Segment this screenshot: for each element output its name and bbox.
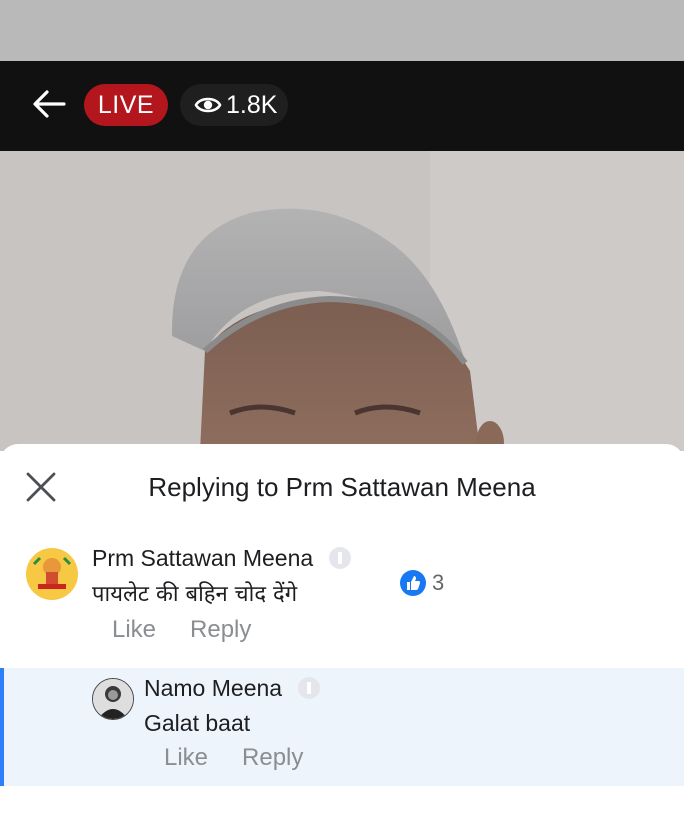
- info-badge-icon: [298, 677, 321, 699]
- live-topbar: LIVE 1.8K: [0, 61, 684, 151]
- comment: Prm Sattawan Meena पायलेट की बहिन चोद दे…: [0, 540, 684, 660]
- back-button[interactable]: [28, 83, 70, 125]
- reply-actions: Like Reply: [164, 744, 337, 772]
- reply-button[interactable]: Reply: [190, 616, 251, 643]
- reaction-count: 3: [432, 570, 445, 595]
- comment-author-name: Prm Sattawan Meena: [92, 545, 314, 571]
- avatar-image: [24, 546, 80, 602]
- reply-author-name: Namo Meena: [144, 675, 283, 701]
- comment-actions: Like Reply: [112, 616, 285, 644]
- reaction-summary[interactable]: 3: [400, 570, 444, 596]
- avatar-image: [93, 679, 133, 719]
- reply-sheet: Replying to Prm Sattawan Meena Prm Satta…: [0, 444, 684, 834]
- live-badge: LIVE: [84, 84, 168, 126]
- replier-avatar[interactable]: [92, 678, 134, 720]
- sheet-title: Replying to Prm Sattawan Meena: [148, 472, 536, 502]
- status-strip: [0, 0, 684, 61]
- arrow-left-icon: [33, 90, 66, 118]
- live-video[interactable]: [0, 151, 684, 451]
- reply-author[interactable]: Namo Meena: [144, 675, 321, 702]
- viewer-count-pill: 1.8K: [180, 84, 288, 126]
- commenter-avatar[interactable]: [24, 546, 80, 602]
- thumbs-up-icon: [400, 570, 426, 596]
- like-button[interactable]: Like: [112, 616, 156, 643]
- comment-author[interactable]: Prm Sattawan Meena: [92, 545, 352, 572]
- reply-comment: Namo Meena Galat baat Like Reply: [0, 668, 684, 786]
- viewer-count: 1.8K: [226, 91, 278, 119]
- info-badge-icon: [329, 547, 352, 569]
- reply-like-button[interactable]: Like: [164, 744, 208, 771]
- eye-icon: [194, 97, 222, 113]
- reply-text: Galat baat: [144, 710, 251, 736]
- comment-text: पायलेट की बहिन चोद देंगे: [92, 582, 298, 607]
- video-frame-illustration: [0, 151, 684, 451]
- reply-reply-button[interactable]: Reply: [242, 744, 303, 771]
